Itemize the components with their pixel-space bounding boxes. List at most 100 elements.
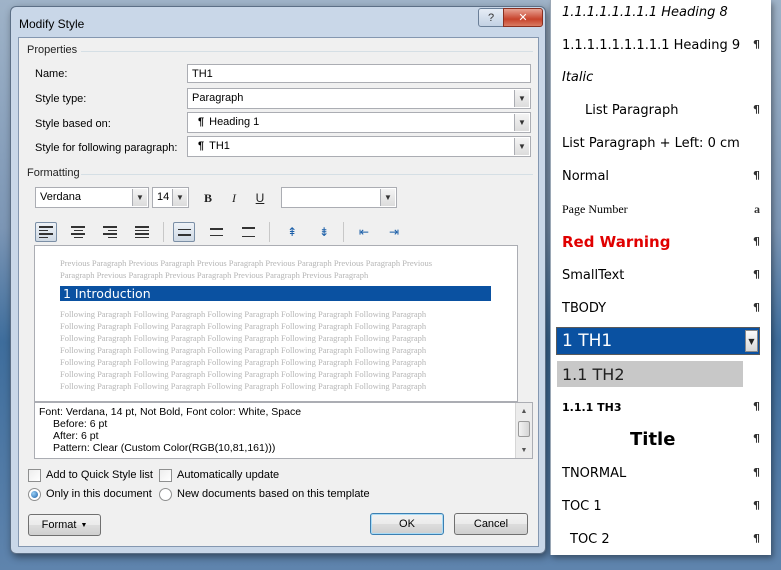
- size-select[interactable]: 14 ▼: [152, 187, 189, 208]
- cancel-button[interactable]: Cancel: [454, 513, 528, 535]
- underline-button[interactable]: U: [249, 188, 271, 208]
- style-item-toc-1[interactable]: TOC 1 ¶: [551, 493, 771, 519]
- toolbar-separator: [343, 222, 344, 242]
- double-spacing-button[interactable]: [237, 222, 259, 242]
- following-select[interactable]: ¶ TH1 ▼: [187, 136, 531, 157]
- style-item-label: SmallText: [562, 267, 625, 283]
- description-line: Font: Verdana, 14 pt, Not Bold, Font col…: [39, 406, 302, 418]
- align-center-button[interactable]: [67, 222, 89, 242]
- style-item-th2[interactable]: 1.1 TH2: [557, 361, 743, 387]
- decrease-indent-icon: ⇤: [358, 225, 370, 239]
- add-quick-style-label: Add to Quick Style list: [46, 469, 153, 481]
- font-color-select[interactable]: ▼: [281, 187, 397, 208]
- auto-update-checkbox[interactable]: [159, 469, 172, 482]
- style-item-label: List Paragraph: [585, 102, 679, 118]
- single-spacing-icon: [177, 228, 191, 236]
- auto-update-label: Automatically update: [177, 469, 280, 481]
- style-item-label: TOC 2: [570, 531, 610, 547]
- ok-button[interactable]: OK: [370, 513, 444, 535]
- add-quick-style-checkbox[interactable]: [28, 469, 41, 482]
- paragraph-mark-icon: ¶: [753, 38, 760, 51]
- chevron-down-icon: ▼: [172, 189, 187, 206]
- style-item-list-paragraph[interactable]: List Paragraph ¶: [551, 97, 771, 123]
- style-item-th3[interactable]: 1.1.1 TH3 ¶: [551, 394, 771, 420]
- space-after-icon: ⇟: [318, 225, 330, 239]
- help-icon: ?: [487, 11, 495, 24]
- dialog-title: Modify Style: [19, 17, 85, 31]
- help-button[interactable]: ?: [478, 8, 504, 27]
- style-item-list-paragraph-left[interactable]: List Paragraph + Left: 0 cm: [551, 130, 771, 156]
- styles-pane: 1.1.1.1.1.1.1.1 Heading 8 1.1.1.1.1.1.1.…: [550, 0, 771, 555]
- based-on-select[interactable]: ¶ Heading 1 ▼: [187, 112, 531, 133]
- chevron-down-icon: ▼: [80, 521, 88, 529]
- description-scrollbar[interactable]: ▲ ▼: [515, 403, 532, 458]
- style-item-tnormal[interactable]: TNORMAL ¶: [551, 460, 771, 486]
- preview-following-line: Following Paragraph Following Paragraph …: [60, 309, 427, 319]
- style-item-heading-9[interactable]: 1.1.1.1.1.1.1.1.1 Heading 9 ¶: [551, 32, 771, 58]
- style-item-smalltext[interactable]: SmallText ¶: [551, 262, 771, 288]
- style-item-red-warning[interactable]: Red Warning ¶: [551, 229, 771, 255]
- paragraph-mark-icon: ¶: [753, 301, 760, 314]
- style-description[interactable]: Font: Verdana, 14 pt, Not Bold, Font col…: [34, 402, 533, 459]
- radio-selected-dot: [31, 491, 38, 498]
- close-button[interactable]: ✕: [503, 8, 543, 27]
- paragraph-mark-icon: ¶: [753, 235, 760, 248]
- style-item-label: TNORMAL: [562, 465, 627, 481]
- align-left-button[interactable]: [35, 222, 57, 242]
- scroll-thumb[interactable]: [518, 421, 530, 437]
- style-type-select[interactable]: Paragraph ▼: [187, 88, 531, 109]
- align-center-icon: [71, 226, 85, 238]
- character-style-icon: a: [754, 202, 760, 216]
- description-line: Before: 6 pt: [53, 418, 108, 430]
- style-item-tbody[interactable]: TBODY ¶: [551, 295, 771, 321]
- chevron-down-icon: ▼: [514, 138, 529, 155]
- space-after-button[interactable]: ⇟: [313, 222, 335, 242]
- toolbar-separator: [269, 222, 270, 242]
- one-half-spacing-button[interactable]: [205, 222, 227, 242]
- align-right-icon: [103, 226, 117, 238]
- description-line: After: 6 pt: [53, 430, 99, 442]
- bold-button[interactable]: B: [197, 188, 219, 208]
- space-before-button[interactable]: ⇞: [281, 222, 303, 242]
- following-label: Style for following paragraph:: [35, 142, 178, 154]
- style-type-label: Style type:: [35, 93, 87, 105]
- increase-indent-button[interactable]: ⇥: [383, 222, 405, 242]
- style-item-normal[interactable]: Normal ¶: [551, 163, 771, 189]
- new-documents-radio[interactable]: [159, 488, 172, 501]
- preview-following-line: Following Paragraph Following Paragraph …: [60, 345, 427, 355]
- align-right-button[interactable]: [99, 222, 121, 242]
- italic-button[interactable]: I: [223, 188, 245, 208]
- chevron-down-icon: ▼: [380, 189, 395, 206]
- style-item-th1[interactable]: 1 TH1 ▼: [556, 327, 760, 355]
- justify-button[interactable]: [131, 222, 153, 242]
- name-label: Name:: [35, 68, 68, 80]
- style-item-label: Normal: [562, 168, 610, 184]
- properties-heading: Properties: [27, 44, 78, 56]
- paragraph-mark-icon: ¶: [753, 499, 760, 512]
- style-item-heading-8[interactable]: 1.1.1.1.1.1.1.1 Heading 8: [551, 0, 771, 25]
- decrease-indent-button[interactable]: ⇤: [353, 222, 375, 242]
- chevron-down-icon: ▼: [514, 90, 529, 107]
- single-spacing-button[interactable]: [173, 222, 195, 242]
- preview-following-line: Following Paragraph Following Paragraph …: [60, 369, 427, 379]
- one-half-spacing-icon: [209, 228, 223, 236]
- double-spacing-icon: [241, 227, 255, 237]
- name-field[interactable]: TH1: [187, 64, 531, 83]
- style-item-label: List Paragraph + Left: 0 cm: [562, 135, 740, 151]
- scroll-up-icon[interactable]: ▲: [516, 403, 532, 419]
- align-left-icon: [39, 226, 53, 238]
- preview-following-line: Following Paragraph Following Paragraph …: [60, 357, 427, 367]
- close-icon: ✕: [518, 12, 528, 24]
- style-item-label: 1.1.1 TH3: [562, 400, 622, 414]
- style-item-page-number[interactable]: Page Number a: [551, 196, 771, 222]
- style-item-title[interactable]: Title ¶: [551, 426, 771, 452]
- chevron-down-icon[interactable]: ▼: [745, 330, 758, 352]
- style-item-label: 1.1 TH2: [562, 364, 625, 384]
- font-select[interactable]: Verdana ▼: [35, 187, 149, 208]
- style-item-toc-2[interactable]: TOC 2 ¶: [551, 526, 771, 552]
- style-item-italic[interactable]: Italic: [551, 64, 771, 90]
- only-this-document-radio[interactable]: [28, 488, 41, 501]
- format-menu-button[interactable]: Format ▼: [28, 514, 101, 536]
- preview-following-line: Following Paragraph Following Paragraph …: [60, 333, 427, 343]
- scroll-down-icon[interactable]: ▼: [516, 442, 532, 458]
